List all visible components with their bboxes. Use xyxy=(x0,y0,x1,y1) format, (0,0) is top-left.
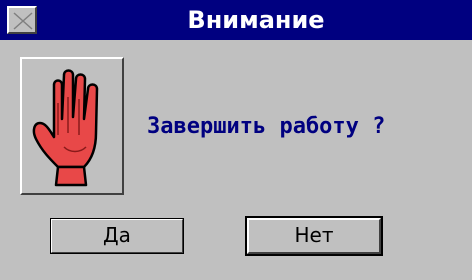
title-bar: Внимание xyxy=(0,0,472,40)
window-title: Внимание xyxy=(187,6,325,34)
close-icon xyxy=(13,12,33,30)
stop-hand-icon xyxy=(32,69,99,187)
icon-frame xyxy=(20,57,124,195)
close-button[interactable] xyxy=(7,6,37,34)
yes-button[interactable]: Да xyxy=(50,218,184,254)
no-button[interactable]: Нет xyxy=(245,216,383,256)
dialog-message: Завершить работу ? xyxy=(147,114,386,139)
